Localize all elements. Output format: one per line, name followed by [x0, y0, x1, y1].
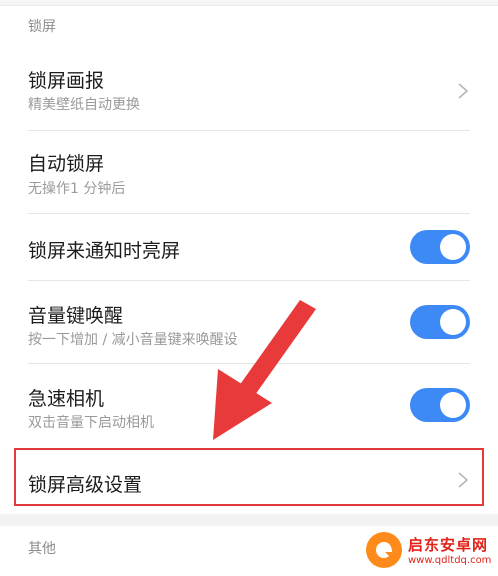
setting-volume-key-wake[interactable]: 音量键唤醒 按一下增加 / 减小音量键来唤醒设 — [0, 281, 498, 363]
volume-key-wake-toggle[interactable] — [410, 305, 470, 339]
toggle-knob — [440, 392, 466, 418]
watermark-logo-icon — [366, 532, 402, 568]
section-separator — [0, 514, 498, 526]
setting-subtitle: 按一下增加 / 减小音量键来唤醒设 — [28, 332, 238, 348]
watermark-name: 启东安卓网 — [408, 536, 489, 554]
section-header-other: 其他 — [28, 541, 56, 557]
toggle-knob — [440, 234, 466, 260]
setting-wake-on-notification[interactable]: 锁屏来通知时亮屏 — [0, 214, 498, 280]
setting-subtitle: 双击音量下启动相机 — [28, 415, 154, 431]
setting-title: 自动锁屏 — [28, 153, 105, 175]
setting-title: 锁屏画报 — [28, 70, 105, 92]
highlight-box — [14, 448, 484, 506]
watermark: 启东安卓网 www.qdltdq.com — [366, 528, 494, 572]
wake-on-notification-toggle[interactable] — [410, 230, 470, 264]
chevron-right-icon — [456, 82, 470, 100]
setting-subtitle: 精美壁纸自动更换 — [28, 97, 140, 113]
toggle-knob — [440, 309, 466, 335]
setting-title: 锁屏来通知时亮屏 — [28, 240, 181, 262]
watermark-url: www.qdltdq.com — [408, 555, 492, 566]
setting-title: 急速相机 — [28, 388, 105, 410]
top-strip — [0, 0, 498, 6]
setting-auto-lock[interactable]: 自动锁屏 无操作1 分钟后 — [0, 131, 498, 213]
setting-title: 音量键唤醒 — [28, 305, 124, 327]
setting-subtitle: 无操作1 分钟后 — [28, 181, 126, 197]
setting-quick-camera[interactable]: 急速相机 双击音量下启动相机 — [0, 364, 498, 446]
section-header-lock: 锁屏 — [28, 19, 56, 35]
quick-camera-toggle[interactable] — [410, 388, 470, 422]
setting-lock-magazine[interactable]: 锁屏画报 精美壁纸自动更换 — [0, 52, 498, 130]
